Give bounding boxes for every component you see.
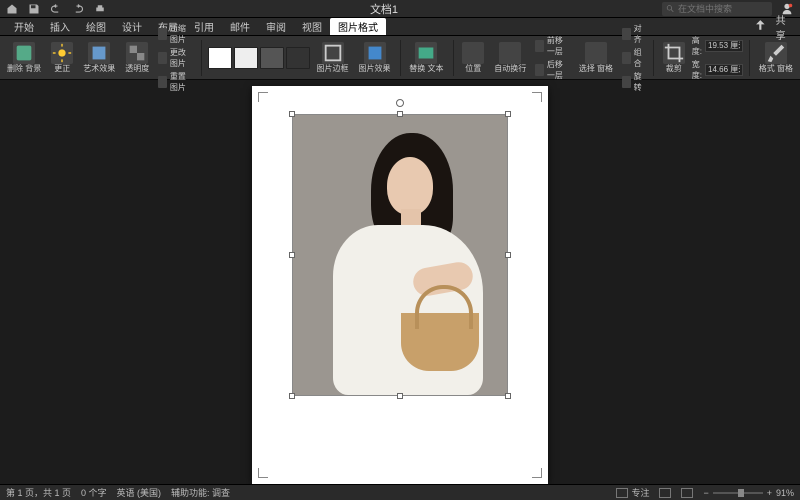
search-box[interactable]: [662, 2, 772, 16]
titlebar: 文档1: [0, 0, 800, 18]
style-preset-4[interactable]: [286, 47, 310, 69]
web-layout-icon: [681, 488, 693, 498]
alt-text-icon: [415, 42, 437, 64]
search-input[interactable]: [678, 4, 768, 14]
status-bar: 第 1 页，共 1 页 0 个字 英语 (美国) 辅助功能: 调查 专注 − +…: [0, 484, 800, 500]
zoom-value[interactable]: 91%: [776, 488, 794, 498]
change-icon: [158, 52, 167, 64]
transparency-icon: [126, 42, 148, 64]
image-content: [293, 115, 507, 395]
resize-handle[interactable]: [505, 111, 511, 117]
height-label: 高度:: [692, 35, 702, 57]
reset-picture-button[interactable]: 重置图片: [158, 71, 193, 93]
zoom-in-button[interactable]: +: [767, 488, 772, 498]
page-count[interactable]: 第 1 页，共 1 页: [6, 486, 71, 499]
share-icon: [748, 18, 773, 35]
tab-picture-format[interactable]: 图片格式: [330, 18, 386, 35]
save-icon[interactable]: [28, 3, 40, 15]
selected-image[interactable]: [292, 114, 508, 396]
brush-icon: [88, 42, 110, 64]
zoom-slider[interactable]: [713, 492, 763, 494]
artistic-effects-button[interactable]: 艺术效果: [80, 42, 118, 74]
resize-handle[interactable]: [505, 252, 511, 258]
language[interactable]: 英语 (美国): [117, 486, 162, 499]
position-button[interactable]: 位置: [459, 42, 487, 74]
style-preset-3[interactable]: [260, 47, 284, 69]
focus-mode-button[interactable]: 专注: [616, 486, 649, 499]
change-picture-button[interactable]: 更改图片: [158, 47, 193, 69]
rotate-handle[interactable]: [396, 99, 404, 107]
margin-corner: [528, 464, 542, 478]
tab-design[interactable]: 设计: [114, 18, 150, 35]
picture-border-button[interactable]: 图片边框: [314, 42, 352, 74]
transparency-button[interactable]: 透明度: [122, 42, 152, 74]
word-count[interactable]: 0 个字: [81, 486, 107, 499]
corrections-button[interactable]: 更正: [48, 42, 76, 74]
compress-picture-button[interactable]: 压缩图片: [158, 23, 193, 45]
effects-icon: [364, 42, 386, 64]
bring-forward-button[interactable]: 前移一层: [535, 35, 570, 57]
height-input[interactable]: [705, 40, 743, 52]
sun-icon: [51, 42, 73, 64]
view-web-button[interactable]: [681, 488, 693, 498]
margin-corner: [528, 92, 542, 106]
remove-bg-icon: [13, 42, 35, 64]
margin-corner: [258, 92, 272, 106]
resize-handle[interactable]: [505, 393, 511, 399]
format-pane-button[interactable]: 格式 窗格: [756, 42, 796, 74]
redo-icon[interactable]: [72, 3, 84, 15]
alt-text-button[interactable]: 替换 文本: [406, 42, 446, 74]
zoom-out-button[interactable]: −: [703, 488, 708, 498]
tab-draw[interactable]: 绘图: [78, 18, 114, 35]
tab-review[interactable]: 审阅: [258, 18, 294, 35]
share-button[interactable]: 共享: [742, 18, 794, 35]
style-preset-1[interactable]: [208, 47, 232, 69]
group-button[interactable]: 组合: [622, 47, 645, 69]
tab-mailings[interactable]: 邮件: [222, 18, 258, 35]
home-icon[interactable]: [6, 3, 18, 15]
margin-corner: [258, 464, 272, 478]
rotate-button[interactable]: 旋转: [622, 71, 645, 93]
align-button[interactable]: 对齐: [622, 23, 645, 45]
reset-icon: [158, 76, 167, 88]
wrap-icon: [499, 42, 521, 64]
ribbon: 删除 背景 更正 艺术效果 透明度 压缩图片 更改图片 重置图片 图片边框 图片…: [0, 36, 800, 80]
selection-icon: [585, 42, 607, 64]
page[interactable]: [252, 86, 548, 484]
send-backward-button[interactable]: 后移一层: [535, 59, 570, 81]
print-icon[interactable]: [94, 3, 106, 15]
crop-button[interactable]: 裁剪: [660, 42, 688, 74]
undo-icon[interactable]: [50, 3, 62, 15]
resize-handle[interactable]: [289, 252, 295, 258]
search-icon: [666, 2, 675, 16]
compress-icon: [158, 28, 167, 40]
paintbrush-icon: [765, 42, 787, 64]
view-print-button[interactable]: [659, 488, 671, 498]
tab-view[interactable]: 视图: [294, 18, 330, 35]
border-icon: [322, 42, 344, 64]
crop-icon: [663, 42, 685, 64]
resize-handle[interactable]: [289, 393, 295, 399]
resize-handle[interactable]: [397, 393, 403, 399]
resize-handle[interactable]: [397, 111, 403, 117]
resize-handle[interactable]: [289, 111, 295, 117]
document-canvas[interactable]: [0, 80, 800, 484]
accessibility[interactable]: 辅助功能: 调查: [171, 486, 230, 499]
width-input[interactable]: [705, 64, 743, 76]
picture-styles[interactable]: [208, 47, 310, 69]
selection-pane-button[interactable]: 选择 窗格: [576, 42, 616, 74]
focus-icon: [616, 488, 628, 498]
ribbon-tabs: 开始 插入 绘图 设计 布局 引用 邮件 审阅 视图 图片格式 共享: [0, 18, 800, 36]
print-layout-icon: [659, 488, 671, 498]
tab-insert[interactable]: 插入: [42, 18, 78, 35]
remove-background-button[interactable]: 删除 背景: [4, 42, 44, 74]
tab-home[interactable]: 开始: [6, 18, 42, 35]
picture-effects-button[interactable]: 图片效果: [356, 42, 394, 74]
style-preset-2[interactable]: [234, 47, 258, 69]
document-title: 文档1: [106, 1, 662, 17]
position-icon: [462, 42, 484, 64]
width-label: 宽度:: [692, 59, 702, 81]
wrap-text-button[interactable]: 自动换行: [491, 42, 529, 74]
